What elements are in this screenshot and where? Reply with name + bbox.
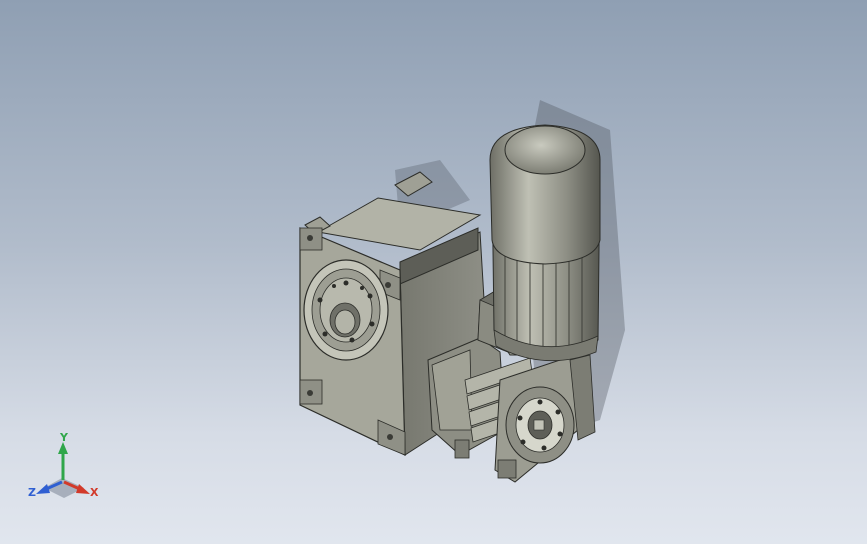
y-axis-label: Y	[59, 431, 69, 444]
y-axis-arrow[interactable]	[58, 442, 68, 480]
z-axis-label: Z	[28, 486, 36, 499]
view-triad[interactable]: Y X Z	[24, 430, 108, 510]
graphics-viewport[interactable]: Y X Z	[0, 0, 867, 544]
x-axis-label: X	[90, 486, 99, 499]
electric-motor[interactable]	[489, 124, 601, 362]
cad-model[interactable]	[0, 0, 867, 544]
output-flange[interactable]	[303, 259, 389, 361]
